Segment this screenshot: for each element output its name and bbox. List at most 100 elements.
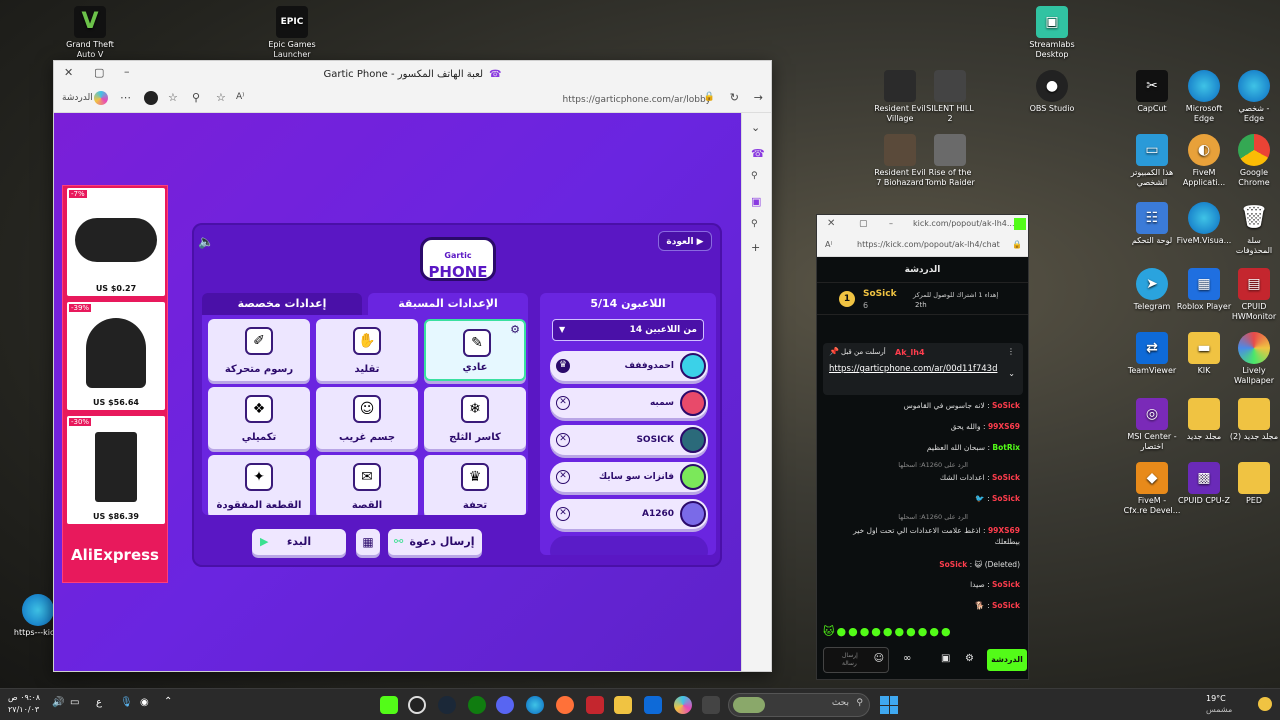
read-aloud-icon[interactable]: A⁾: [236, 92, 244, 102]
desktop-icon-telegram[interactable]: ➤ Telegram: [1122, 268, 1182, 312]
desktop-icon-hwmonitor[interactable]: ▤ CPUID HWMonitor: [1224, 268, 1280, 322]
desktop-icon-tomb-raider[interactable]: Rise of the Tomb Raider: [920, 134, 980, 188]
kick-player-icon[interactable]: ✕: [556, 507, 570, 521]
send-chat-button[interactable]: الدردشة: [987, 649, 1027, 671]
emote-icon[interactable]: ●: [836, 625, 848, 638]
taskbar-app-acrobat[interactable]: [586, 696, 604, 714]
taskbar-app-explorer[interactable]: [614, 696, 632, 714]
bookmark-icon[interactable]: ☆: [216, 91, 226, 104]
kick-player-icon[interactable]: ✕: [556, 396, 570, 410]
gartic-tab-icon[interactable]: ☎: [751, 147, 765, 160]
taskbar-search[interactable]: بحث ⚲: [728, 693, 870, 717]
back-button[interactable]: العودة ▶: [658, 231, 712, 251]
microphone-icon[interactable]: 🎙: [120, 697, 133, 708]
speaker-icon[interactable]: 🔈: [198, 235, 214, 250]
chrome-tray-icon[interactable]: ◉: [140, 697, 149, 708]
emote-icon[interactable]: ●: [883, 625, 895, 638]
close-icon[interactable]: ✕: [827, 215, 835, 233]
pinned-message[interactable]: 📌 أرسلت من قبل Ak_lh4 ⋮ https://garticph…: [823, 343, 1023, 395]
desktop-icon-new-folder-2[interactable]: (2) مجلد جديد: [1224, 398, 1280, 442]
taskbar-app-discord[interactable]: [496, 696, 514, 714]
emote-icon[interactable]: ●: [918, 625, 930, 638]
desktop-icon-lively[interactable]: Lively Wallpaper: [1224, 332, 1280, 386]
desktop-icon-msi-center[interactable]: ◎ MSI Center - اختصار: [1122, 398, 1182, 452]
taskbar-app-steam[interactable]: [438, 696, 456, 714]
desktop-icon-streamlabs[interactable]: ▣ Streamlabs Desktop: [1022, 6, 1082, 60]
mode-imitation[interactable]: ✋ تقليد: [316, 319, 418, 381]
desktop-icon-obs[interactable]: ● OBS Studio: [1022, 70, 1082, 114]
emote-icon[interactable]: 🐱: [823, 625, 836, 638]
mode-icebreaker[interactable]: ❄ كاسر الثلج: [424, 387, 526, 449]
mode-story[interactable]: ✉ القصة: [316, 455, 418, 515]
desktop-icon-fivem-dev[interactable]: ◆ FiveM - Cfx.re Devel...: [1122, 462, 1182, 516]
read-aloud-icon[interactable]: A⁾: [825, 233, 832, 257]
taskbar-app-taskview[interactable]: [702, 696, 720, 714]
emote-icon[interactable]: ●: [848, 625, 860, 638]
network-icon[interactable]: ▭: [70, 697, 79, 708]
favorites-icon[interactable]: ☆: [168, 91, 178, 104]
more-icon[interactable]: ⋯: [120, 91, 131, 104]
chat-label[interactable]: الدردشة: [62, 93, 93, 103]
emoji-icon[interactable]: ☺: [874, 653, 884, 664]
emote-icon[interactable]: ●: [860, 625, 872, 638]
qr-code-button[interactable]: ▦: [356, 529, 380, 555]
kick-player-icon[interactable]: ✕: [556, 470, 570, 484]
taskbar-app-obs[interactable]: [408, 696, 426, 714]
ad-item[interactable]: -7% US $0.27: [67, 188, 165, 296]
more-icon[interactable]: ⋮: [1007, 347, 1015, 356]
desktop-icon-capcut[interactable]: ✂ CapCut: [1122, 70, 1182, 114]
send-options-icon[interactable]: ∞: [903, 653, 911, 664]
refresh-icon[interactable]: ↻: [730, 91, 739, 104]
tab-presets[interactable]: الإعدادات المسبقة: [368, 293, 528, 315]
chevron-down-icon[interactable]: ⌄: [751, 121, 760, 134]
desktop-icon-edge-personal[interactable]: شخصي - Edge: [1224, 70, 1280, 124]
taskbar-app-xbox[interactable]: [468, 696, 486, 714]
taskbar-app-edge[interactable]: [526, 696, 544, 714]
desktop-icon-teamviewer[interactable]: ⇄ TeamViewer: [1122, 332, 1182, 376]
desktop-icon-chrome[interactable]: Google Chrome: [1224, 134, 1280, 188]
gartic-tab-icon[interactable]: ▣: [751, 195, 761, 208]
language-indicator[interactable]: ع: [96, 697, 102, 708]
emote-icon[interactable]: ●: [929, 625, 941, 638]
copilot-icon[interactable]: [94, 91, 108, 105]
desktop-icon-recycle-bin[interactable]: 🗑 سلة المحذوفات: [1224, 202, 1280, 256]
weather-widget[interactable]: 19°C مشمس: [1206, 693, 1276, 717]
desktop-icon-ped[interactable]: PED: [1224, 462, 1280, 506]
start-button[interactable]: ▶ البدء: [252, 529, 346, 555]
mode-masterpiece[interactable]: ♛ تحفة: [424, 455, 526, 515]
maximize-icon[interactable]: ▢: [94, 66, 104, 79]
emote-icon[interactable]: ●: [906, 625, 918, 638]
emote-icon[interactable]: ●: [871, 625, 883, 638]
mode-complement[interactable]: ❖ تكميلي: [208, 387, 310, 449]
kick-url[interactable]: https://kick.com/popout/ak-lh4/chat: [857, 233, 1000, 257]
mode-animation[interactable]: ✐ رسوم متحركة: [208, 319, 310, 381]
mode-weird-body[interactable]: ☺ جسم غريب: [316, 387, 418, 449]
taskbar-app-store[interactable]: [644, 696, 662, 714]
url-field[interactable]: https://garticphone.com/ar/lobby: [254, 91, 711, 109]
tab-custom-settings[interactable]: إعدادات مخصصة: [202, 293, 362, 315]
taskbar-app-firefox[interactable]: [556, 696, 574, 714]
players-select[interactable]: ▼ 14 من اللاعبين: [552, 319, 704, 341]
maximize-icon[interactable]: ▢: [859, 215, 868, 233]
mode-normal[interactable]: ✎ ⚙ عادي: [424, 319, 526, 381]
taskbar-app-kick[interactable]: [380, 696, 398, 714]
start-button[interactable]: [880, 696, 898, 714]
clock[interactable]: ٠٩:٠٨ ص ٢٧/١٠/٠٣: [8, 692, 40, 716]
ad-item[interactable]: -39% US $56.64: [67, 302, 165, 410]
add-icon[interactable]: +: [751, 241, 760, 254]
ad-item[interactable]: -30% US $86.39: [67, 416, 165, 524]
gift-icon[interactable]: ▣: [941, 653, 950, 664]
close-icon[interactable]: ✕: [64, 66, 73, 79]
mode-missing-piece[interactable]: ✦ القطعة المفقودة: [208, 455, 310, 515]
search-icon[interactable]: ⚲: [751, 171, 758, 181]
desktop-icon-gta[interactable]: V Grand Theft Auto V: [60, 6, 120, 60]
chevron-down-icon[interactable]: ⌄: [1008, 369, 1015, 378]
settings-gear-icon[interactable]: ⚙: [510, 323, 520, 336]
pinned-link[interactable]: https://garticphone.com/ar/00d11f743d: [829, 363, 1005, 376]
extensions-icon[interactable]: ⚲: [192, 91, 200, 104]
volume-icon[interactable]: 🔊: [52, 697, 64, 708]
kick-player-icon[interactable]: ✕: [556, 433, 570, 447]
desktop-icon-epic[interactable]: EPIC Epic Games Launcher: [262, 6, 322, 60]
desktop-icon-control-panel[interactable]: ☷ لوحة التحكم: [1122, 202, 1182, 246]
emote-icon[interactable]: ●: [941, 625, 953, 638]
